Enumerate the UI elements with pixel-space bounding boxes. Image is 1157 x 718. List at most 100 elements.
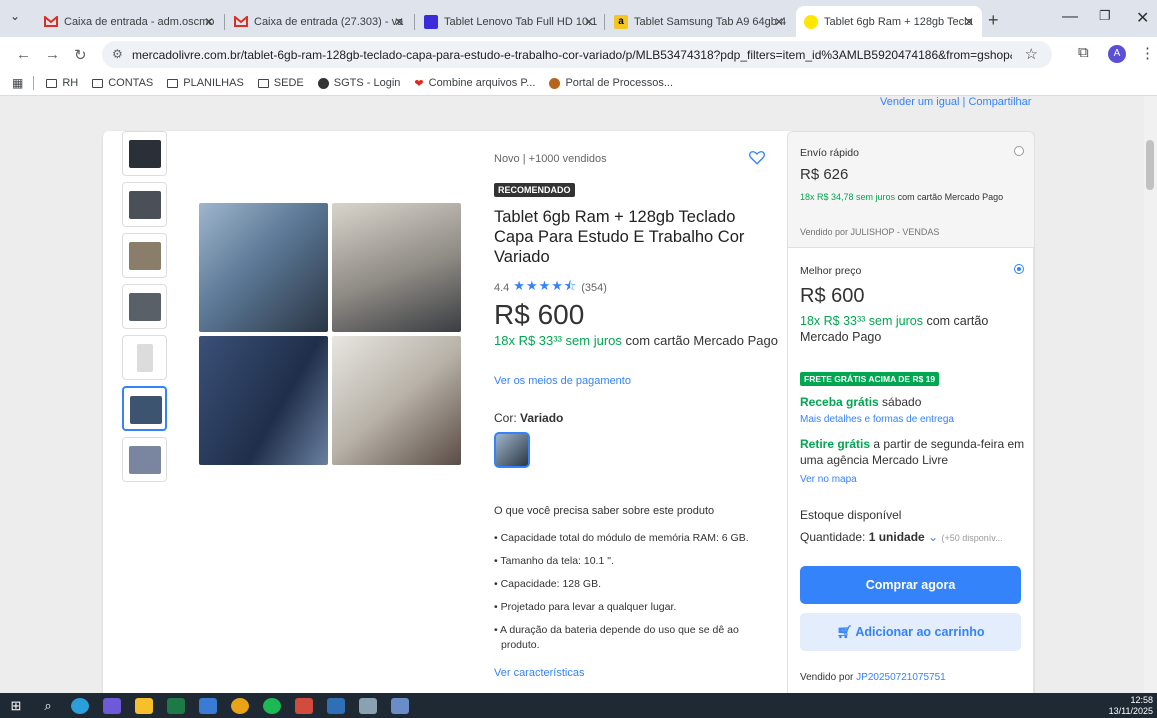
tab-samsung[interactable]: a Tablet Samsung Tab A9 64gb 4 ✕ — [606, 6, 792, 37]
favorite-heart-icon[interactable] — [748, 148, 766, 166]
thumbnail-selected[interactable] — [122, 386, 167, 431]
new-tab-button[interactable]: + — [988, 10, 999, 31]
bookmark-portal[interactable]: Portal de Processos... — [549, 77, 673, 89]
file-explorer-icon[interactable] — [135, 697, 153, 714]
thumbnail[interactable] — [122, 233, 167, 278]
close-icon[interactable]: ✕ — [774, 15, 784, 29]
chrome-icon[interactable] — [231, 697, 249, 714]
bookmark-sgts[interactable]: SGTS - Login — [317, 77, 400, 89]
mercadolivre-icon — [804, 14, 818, 29]
offer-label: Envío rápido — [800, 147, 859, 159]
bookmark-icon — [424, 14, 438, 29]
seller-info: Vendido por JP20250721075751 — [800, 672, 946, 683]
bookmark-combine[interactable]: ❤ Combine arquivos P... — [414, 77, 535, 90]
close-window-icon[interactable]: ✕ — [1136, 8, 1149, 28]
offer-radio-selected[interactable] — [1014, 264, 1024, 274]
product-image[interactable] — [199, 203, 462, 465]
url-text: mercadolivre.com.br/tablet-6gb-ram-128gb… — [132, 47, 1012, 62]
payment-methods-link[interactable]: Ver os meios de pagamento — [494, 375, 631, 387]
folder-icon — [92, 78, 104, 88]
seller-link[interactable]: JP20250721075751 — [856, 672, 946, 683]
profile-avatar[interactable]: A — [1108, 45, 1126, 63]
offer-price: R$ 600 — [800, 285, 865, 307]
tab-gmail-2[interactable]: Caixa de entrada (27.303) - va ✕ — [226, 6, 412, 37]
app-icon[interactable] — [103, 697, 121, 714]
bookmark-contas[interactable]: CONTAS — [92, 77, 153, 89]
stock-heading: Estoque disponível — [800, 508, 902, 522]
feature-item: • A duração da bateria depende do uso qu… — [494, 624, 739, 651]
bookmark-planilhas[interactable]: PLANILHAS — [167, 77, 244, 89]
spotify-icon[interactable] — [263, 697, 281, 714]
share-links[interactable]: Vender um igual | Compartilhar — [880, 96, 1031, 108]
tab-strip: ⌄ Caixa de entrada - adm.oscmo ✕ Caixa d… — [0, 0, 1157, 37]
restore-icon[interactable]: ❐ — [1099, 8, 1111, 24]
edge-icon[interactable] — [71, 697, 89, 714]
back-icon[interactable]: ← — [16, 46, 31, 63]
forward-icon[interactable]: → — [45, 46, 60, 63]
folder-icon — [46, 78, 58, 88]
offer-option-fast[interactable]: Envío rápido R$ 626 18x R$ 34,78 sem jur… — [788, 132, 1034, 248]
offer-installments: 18x R$ 34,78 sem juros com cartão Mercad… — [800, 192, 1004, 202]
excel-icon[interactable] — [167, 697, 185, 714]
thumbnail[interactable] — [122, 131, 167, 176]
chrome-profile-icon[interactable] — [295, 697, 313, 714]
tab-lenovo[interactable]: Tablet Lenovo Tab Full HD 10.1 ✕ — [416, 6, 602, 37]
close-icon[interactable]: ✕ — [394, 15, 404, 29]
recommended-badge: RECOMENDADO — [494, 183, 575, 197]
windows-start-icon[interactable]: ⊞ — [7, 698, 25, 714]
offer-label: Melhor preço — [800, 265, 862, 277]
folder-icon — [167, 78, 179, 88]
quantity-selector[interactable]: Quantidade: 1 unidade ⌄ (+50 disponív... — [800, 529, 1030, 546]
delivery-info: Receba grátis sábado — [800, 395, 922, 409]
thumbnail[interactable] — [122, 335, 167, 380]
thumbnail[interactable] — [122, 284, 167, 329]
rating-stars-icon: ★★★★⯪ — [513, 278, 578, 293]
feature-item: • Projetado para levar a qualquer lugar. — [494, 601, 677, 613]
tab-gmail-1[interactable]: Caixa de entrada - adm.oscmo ✕ — [36, 6, 222, 37]
map-link[interactable]: Ver no mapa — [800, 474, 857, 485]
thumbnail[interactable] — [122, 437, 167, 482]
menu-icon[interactable]: ⋮ — [1140, 44, 1155, 62]
cart-icon: 🛒︎ — [836, 625, 853, 639]
page-content: Vender um igual | Compartilhar Novo | +1… — [0, 96, 1157, 693]
close-icon[interactable]: ✕ — [584, 15, 594, 29]
add-to-cart-button[interactable]: 🛒︎ Adicionar ao carrinho — [800, 613, 1021, 651]
site-info-icon[interactable]: ⚙ — [112, 47, 123, 61]
chrome-profile-icon[interactable] — [327, 697, 345, 714]
chevron-down-icon: ⌄ — [928, 530, 939, 544]
feature-item: • Capacidade total do módulo de memória … — [494, 532, 749, 544]
product-rating[interactable]: 4.4 ★★★★⯪ (354) — [494, 277, 607, 299]
close-icon[interactable]: ✕ — [964, 15, 974, 29]
minimize-icon[interactable]: — — [1062, 8, 1078, 26]
close-icon[interactable]: ✕ — [204, 15, 214, 29]
search-icon[interactable]: ⌕ — [39, 698, 57, 714]
thumbnail[interactable] — [122, 182, 167, 227]
see-features-link[interactable]: Ver características — [494, 667, 584, 679]
toolbar: ← → ↻ ⚙ mercadolivre.com.br/tablet-6gb-r… — [0, 37, 1157, 71]
offer-radio[interactable] — [1014, 146, 1024, 156]
tab-mercadolivre[interactable]: Tablet 6gb Ram + 128gb Tecla ✕ — [796, 6, 982, 37]
scrollbar[interactable] — [1144, 96, 1157, 693]
features-heading: O que você precisa saber sobre este prod… — [494, 505, 715, 517]
gmail-icon — [234, 16, 248, 27]
bookmark-sede[interactable]: SEDE — [257, 77, 304, 89]
tab-title: Tablet Lenovo Tab Full HD 10.1 — [444, 15, 598, 28]
delivery-details-link[interactable]: Mais detalhes e formas de entrega — [800, 414, 954, 425]
system-clock[interactable]: 12:58 13/11/2025 — [1109, 695, 1153, 717]
reload-icon[interactable]: ↻ — [74, 46, 87, 64]
heart-icon: ❤ — [414, 77, 424, 90]
globe-icon — [317, 77, 329, 89]
calculator-icon[interactable] — [359, 697, 377, 714]
product-title: Tablet 6gb Ram + 128gb Teclado Capa Para… — [494, 208, 745, 266]
extensions-icon[interactable]: ⧉ — [1078, 44, 1089, 61]
star-icon[interactable]: ☆ — [1025, 45, 1038, 63]
bookmark-rh[interactable]: RH — [46, 77, 78, 89]
offer-installments: 18x R$ 33³³ sem juros com cartão Mercado… — [800, 314, 989, 344]
buy-now-button[interactable]: Comprar agora — [800, 566, 1021, 604]
apps-icon[interactable]: ▦ — [12, 76, 23, 90]
color-swatch[interactable] — [494, 432, 530, 468]
address-bar[interactable]: ⚙ mercadolivre.com.br/tablet-6gb-ram-128… — [102, 41, 1052, 68]
app-icon[interactable] — [199, 697, 217, 714]
app-icon[interactable] — [391, 697, 409, 714]
tab-search-icon[interactable]: ⌄ — [10, 9, 20, 23]
